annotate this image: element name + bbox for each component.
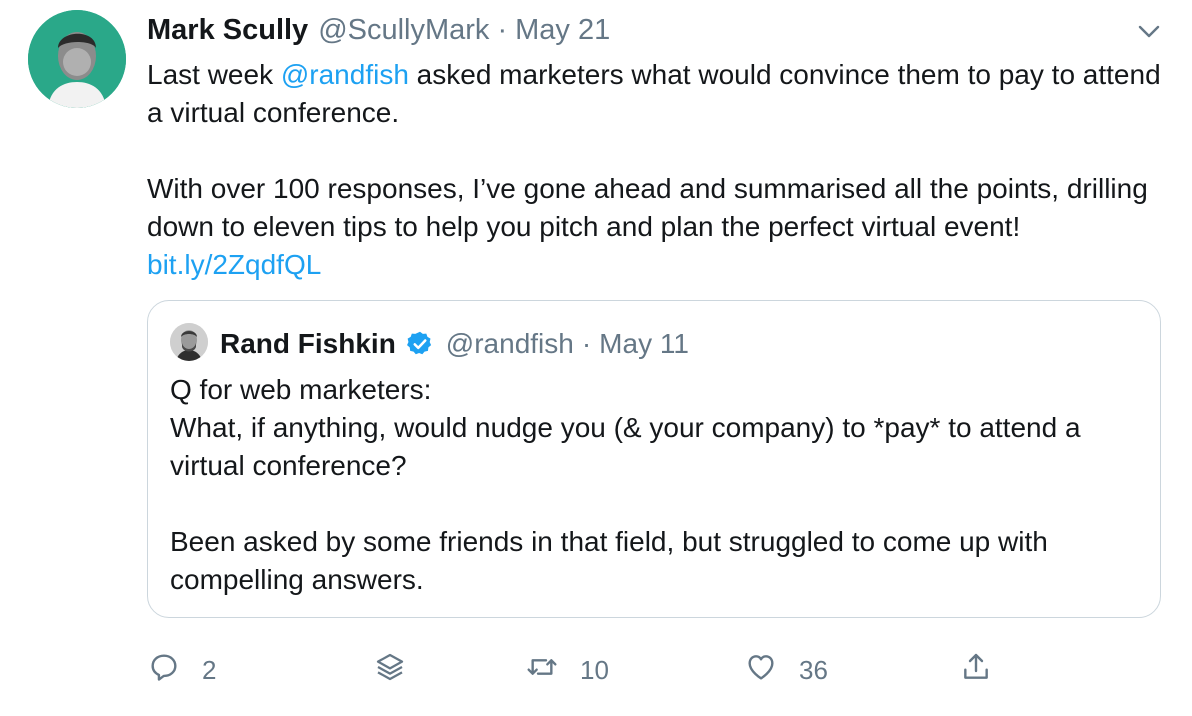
verified-badge-icon (406, 330, 434, 358)
layers-icon (374, 651, 406, 690)
quoted-line-1: Q for web marketers: (170, 374, 432, 405)
url-link[interactable]: bit.ly/2ZqdfQL (147, 249, 321, 280)
quoted-text: Q for web marketers: What, if anything, … (170, 371, 1130, 599)
tweet-text: Last week @randfish asked marketers what… (147, 56, 1177, 284)
quoted-author-avatar (170, 323, 208, 361)
tweet-paragraph-2: With over 100 responses, I’ve gone ahead… (147, 170, 1177, 284)
author-name[interactable]: Mark Scully (147, 14, 308, 47)
retweet-count: 10 (580, 654, 609, 685)
quoted-line-2: What, if anything, would nudge you (& yo… (170, 412, 1081, 481)
quoted-handle: @randfish (445, 328, 574, 359)
author-handle[interactable]: @ScullyMark (318, 14, 489, 47)
retweet-icon (526, 651, 558, 690)
reply-button[interactable]: 2 (148, 648, 216, 692)
quoted-date: May 11 (599, 328, 689, 359)
text-run: Last week (147, 59, 281, 90)
like-button[interactable]: 36 (745, 648, 828, 692)
tweet-actions: 2 10 36 (0, 648, 1192, 692)
reply-icon (148, 651, 180, 690)
author-avatar[interactable] (28, 10, 126, 108)
tweet-header: Mark Scully @ScullyMark · May 21 (147, 12, 610, 48)
heart-icon (745, 651, 777, 690)
quoted-line-3: Been asked by some friends in that field… (170, 526, 1048, 595)
retweet-button[interactable]: 10 (526, 648, 609, 692)
share-button[interactable] (960, 648, 992, 692)
header-separator: · (497, 13, 508, 46)
quoted-tweet[interactable]: Rand Fishkin @randfish · May 11 Q for we… (147, 300, 1161, 618)
share-icon (960, 651, 992, 690)
reply-count: 2 (202, 654, 217, 685)
quoted-author-name: Rand Fishkin (220, 328, 396, 359)
quoted-header: Rand Fishkin @randfish · May 11 (220, 325, 689, 363)
tweet-date[interactable]: May 21 (515, 14, 610, 47)
quoted-separator: · (581, 328, 592, 359)
chevron-down-icon[interactable] (1136, 18, 1162, 44)
text-run: With over 100 responses, I’ve gone ahead… (147, 173, 1148, 242)
layers-button[interactable] (374, 648, 406, 692)
like-count: 36 (799, 654, 828, 685)
mention-link[interactable]: @randfish (281, 59, 409, 90)
tweet-paragraph-1: Last week @randfish asked marketers what… (147, 56, 1177, 132)
avatar-portrait (28, 10, 126, 108)
